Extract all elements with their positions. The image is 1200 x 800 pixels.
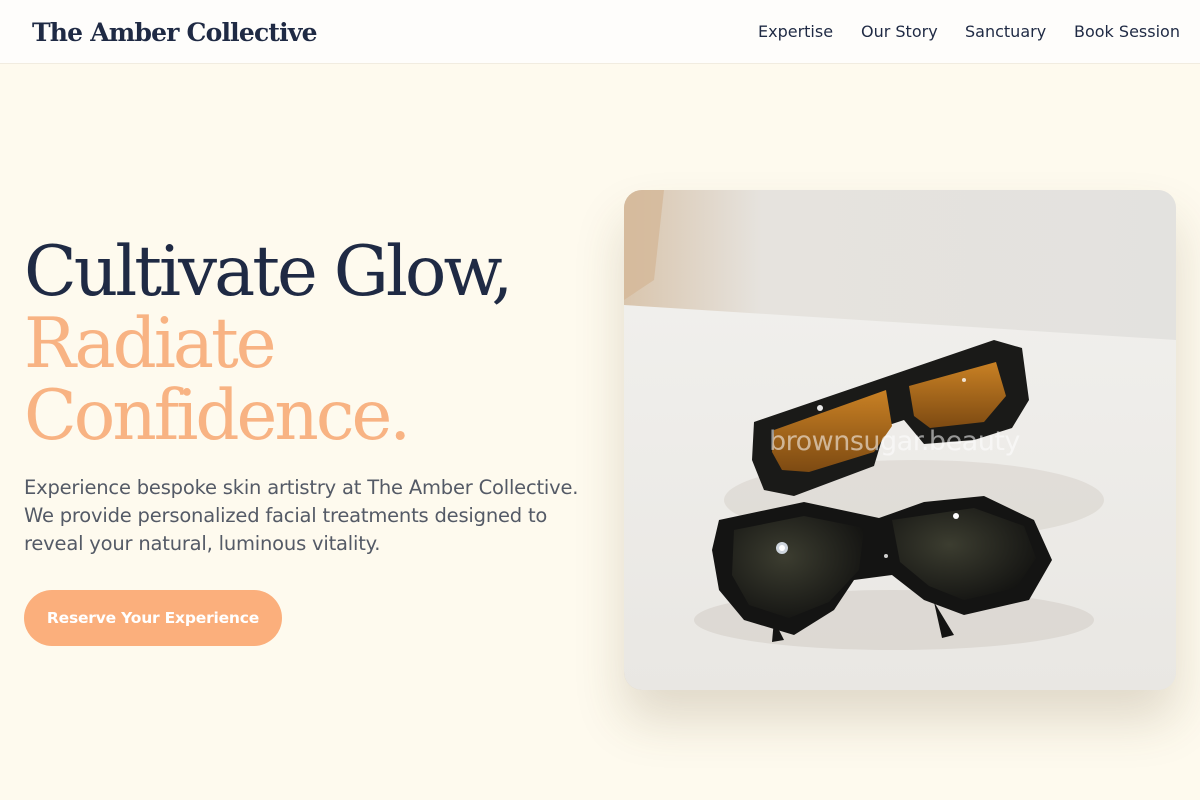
hero-title-line-2: Radiate — [24, 304, 277, 384]
hero-image: brownsugar.beauty — [624, 190, 1176, 690]
reserve-experience-button[interactable]: Reserve Your Experience — [24, 590, 282, 646]
site-header: The Amber Collective Expertise Our Story… — [0, 0, 1200, 64]
hero-description: Experience bespoke skin artistry at The … — [24, 476, 579, 555]
brand-logo[interactable]: The Amber Collective — [32, 16, 317, 50]
hero-title-line-1: Cultivate Glow, — [24, 232, 513, 312]
nav-link-expertise[interactable]: Expertise — [758, 22, 833, 42]
hero-title: Cultivate Glow, Radiate Confidence. — [24, 232, 513, 456]
hero-title-line-3: Confidence. — [24, 376, 411, 456]
nav-link-our-story[interactable]: Our Story — [861, 22, 938, 42]
nav-link-book-session[interactable]: Book Session — [1074, 22, 1180, 42]
image-watermark: brownsugar.beauty — [769, 426, 1020, 457]
nav-link-sanctuary[interactable]: Sanctuary — [965, 22, 1046, 42]
